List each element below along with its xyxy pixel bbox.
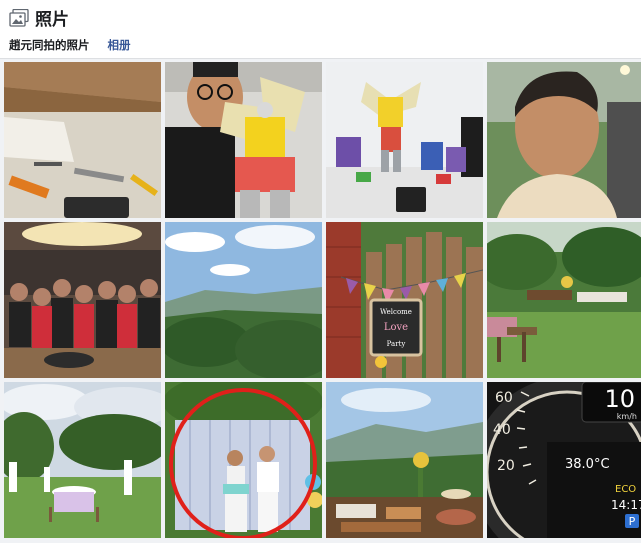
sign-text-3: Party: [387, 340, 406, 348]
page-title: 照片: [35, 10, 69, 29]
tab-photos-of[interactable]: 趙元同拍的照片: [9, 37, 90, 53]
photo-mountain-view[interactable]: [165, 222, 322, 378]
time-readout: 14:17: [611, 498, 641, 512]
photo-car-dashboard[interactable]: 60 40 20 10 km/h 38.0°C ECO 14:17 P: [487, 382, 641, 538]
title-row: 照片: [9, 5, 69, 30]
photo-robot-toys-on-table[interactable]: [326, 62, 483, 218]
photo-welcome-sign-fence[interactable]: Welcome Love Party: [326, 222, 483, 378]
temperature-readout: 38.0°C: [565, 457, 610, 472]
photo-couple-backdrop-circled[interactable]: [165, 382, 322, 538]
speed-readout: 10: [604, 385, 635, 413]
photo-tabs: 趙元同拍的照片 相册: [9, 37, 131, 53]
photo-outdoor-wedding[interactable]: [4, 382, 161, 538]
tab-albums[interactable]: 相册: [108, 37, 131, 53]
photo-mountain-food-table[interactable]: [326, 382, 483, 538]
eco-mode-badge: ECO: [615, 484, 636, 495]
photos-header: 照片 趙元同拍的照片 相册: [0, 0, 641, 59]
sign-text-2: Love: [384, 322, 408, 333]
gauge-label-20: 20: [497, 458, 515, 474]
photo-selfie-with-robot-toy[interactable]: [165, 62, 322, 218]
speed-unit: km/h: [617, 412, 637, 421]
photos-page: 照片 趙元同拍的照片 相册 Welcome Love Party 60 40 2…: [0, 0, 641, 543]
gear-indicator: P: [629, 515, 636, 528]
photo-workbench-tools[interactable]: [4, 62, 161, 218]
photo-group-dinner[interactable]: [4, 222, 161, 378]
gauge-label-60: 60: [495, 390, 513, 406]
sign-text-1: Welcome: [380, 308, 412, 316]
photo-man-portrait-outdoor[interactable]: [487, 62, 641, 218]
gauge-label-40: 40: [493, 422, 511, 438]
photo-grid: Welcome Love Party 60 40 20 10 km/h 38.0…: [0, 58, 641, 543]
photo-garden-party-tables[interactable]: [487, 222, 641, 378]
photos-icon: [9, 8, 29, 27]
